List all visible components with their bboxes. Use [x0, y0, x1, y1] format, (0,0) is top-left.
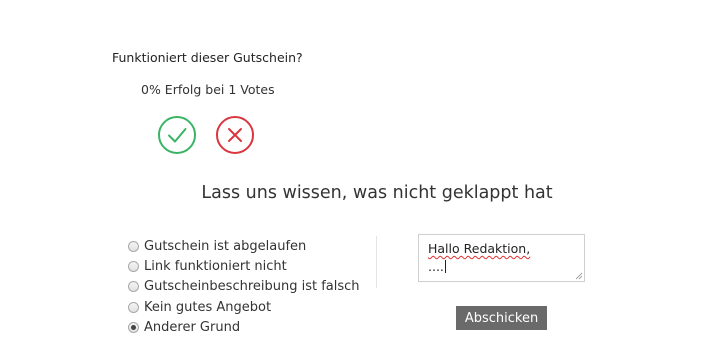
feedback-heading-text: Lass uns wissen, was nicht geklappt hat — [201, 183, 553, 203]
radio-button[interactable] — [128, 281, 139, 293]
vote-yes-button[interactable] — [158, 116, 196, 154]
check-icon — [168, 128, 187, 143]
divider — [376, 236, 377, 288]
submit-button[interactable]: Abschicken — [456, 306, 547, 330]
feedback-heading: Lass uns wissen, was nicht geklappt hat — [0, 183, 708, 203]
radio-button[interactable] — [128, 260, 139, 272]
resize-grip-icon[interactable] — [575, 272, 583, 280]
reason-option-description-wrong[interactable]: Gutscheinbeschreibung ist falsch — [128, 277, 360, 297]
reason-label: Gutscheinbeschreibung ist falsch — [144, 279, 360, 295]
reason-label: Link funktioniert nicht — [144, 258, 287, 274]
reason-option-other[interactable]: Anderer Grund — [128, 317, 360, 337]
reason-label: Anderer Grund — [144, 319, 241, 335]
reason-label: Kein gutes Angebot — [144, 299, 272, 315]
message-textarea[interactable]: Hallo Redaktion, .... — [418, 234, 585, 282]
vote-question: Funktioniert dieser Gutschein? — [112, 50, 303, 65]
reason-option-link-broken[interactable]: Link funktioniert nicht — [128, 256, 360, 276]
message-line-2: .... — [428, 259, 444, 274]
reason-label: Gutschein ist abgelaufen — [144, 238, 307, 254]
vote-no-button[interactable] — [216, 116, 254, 154]
x-icon — [228, 128, 242, 142]
radio-button-checked[interactable] — [128, 321, 139, 333]
radio-button[interactable] — [128, 301, 139, 313]
radio-button[interactable] — [128, 240, 139, 252]
text-caret — [444, 260, 446, 273]
reason-radio-group: Gutschein ist abgelaufen Link funktionie… — [128, 236, 360, 337]
success-rate-text: 0% Erfolg bei 1 Votes — [141, 82, 275, 97]
reason-option-expired[interactable]: Gutschein ist abgelaufen — [128, 236, 360, 256]
message-line-1: Hallo Redaktion, — [428, 241, 531, 256]
reason-option-bad-offer[interactable]: Kein gutes Angebot — [128, 297, 360, 317]
